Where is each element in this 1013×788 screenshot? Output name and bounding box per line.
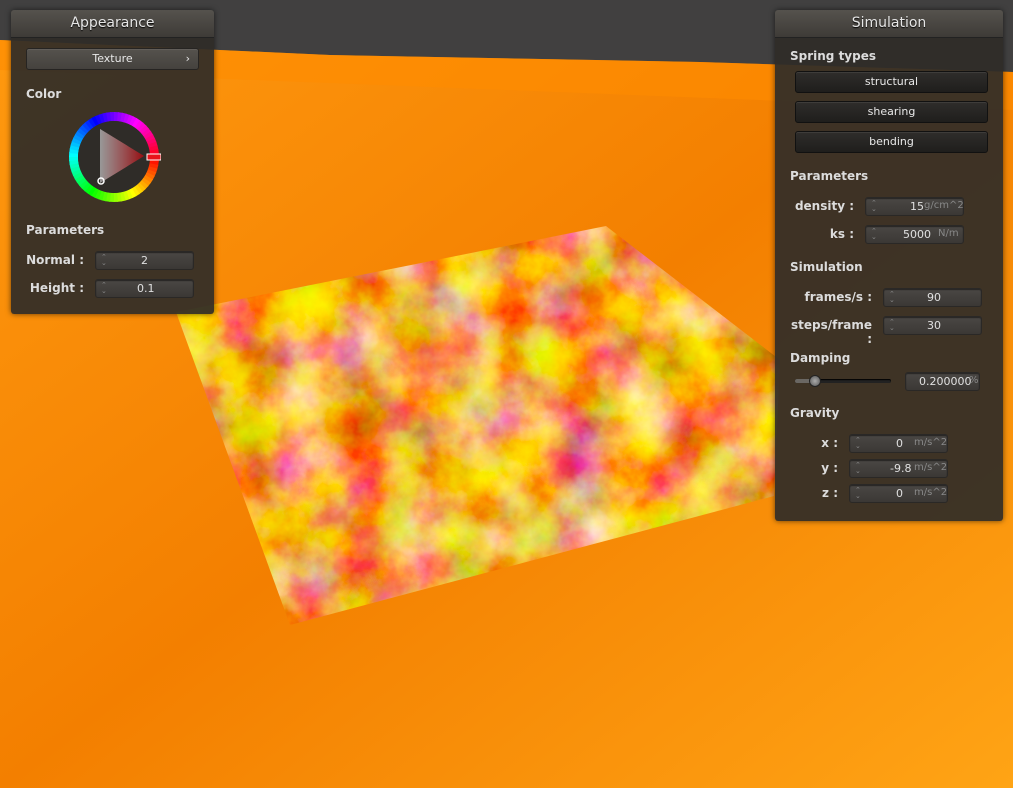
fps-value: 90 [927,291,941,304]
gravity-z-label: z : [822,486,838,500]
gravity-y-value: -9.8 [890,462,912,475]
simulation-title: Simulation [775,10,1003,38]
spinner-arrows-icon[interactable]: ⌃ ⌄ [855,487,861,500]
spinner-arrows-icon[interactable]: ⌃ ⌄ [871,200,877,213]
color-wheel[interactable] [67,110,161,204]
spinner-arrows-icon[interactable]: ⌃ ⌄ [871,228,877,241]
texture-button[interactable]: Texture › [26,48,199,70]
gravity-label: Gravity [790,406,840,420]
appearance-params-label: Parameters [26,223,105,237]
texture-label: Texture [92,52,133,65]
gravity-y-unit: m/s^2 [914,462,948,473]
shearing-button[interactable]: shearing [795,101,988,123]
density-label: density : [794,199,854,213]
chevron-right-icon: › [185,52,190,65]
ks-label: ks : [829,227,854,241]
damping-unit: % [969,375,979,386]
spring-types-label: Spring types [790,49,877,63]
gravity-z-field[interactable]: ⌃ ⌄ 0 m/s^2 [849,484,948,503]
appearance-title: Appearance [11,10,214,38]
spinner-arrows-icon[interactable]: ⌃ ⌄ [889,319,895,332]
gravity-x-label: x : [821,436,838,450]
sim-section-label: Simulation [790,260,863,274]
gravity-z-value: 0 [896,487,903,500]
normal-field[interactable]: ⌃ ⌄ 2 [95,251,194,270]
color-section-label: Color [26,87,62,101]
height-value: 0.1 [137,282,155,295]
density-unit: g/cm^2 [924,200,964,211]
ks-unit: N/m [938,228,959,239]
spinner-arrows-icon[interactable]: ⌃ ⌄ [855,462,861,475]
sim-params-label: Parameters [790,169,869,183]
gravity-z-unit: m/s^2 [914,487,948,498]
bending-button[interactable]: bending [795,131,988,153]
structural-button[interactable]: structural [795,71,988,93]
gravity-x-unit: m/s^2 [914,437,948,448]
normal-value: 2 [141,254,148,267]
height-field[interactable]: ⌃ ⌄ 0.1 [95,279,194,298]
damping-value: 0.200000 [919,375,972,388]
appearance-panel: Appearance Texture › Color Parameters No… [11,10,214,314]
spinner-arrows-icon[interactable]: ⌃ ⌄ [101,254,107,267]
steps-label: steps/frame : [790,318,872,346]
damping-field[interactable]: 0.200000 % [905,372,980,391]
normal-label: Normal : [26,253,84,267]
hue-selector-handle[interactable] [146,153,161,161]
spinner-arrows-icon[interactable]: ⌃ ⌄ [101,282,107,295]
ks-value: 5000 [903,228,931,241]
height-label: Height : [29,281,84,295]
fps-label: frames/s : [804,290,872,304]
damping-label: Damping [790,351,851,365]
gravity-y-label: y : [821,461,838,475]
gravity-y-field[interactable]: ⌃ ⌄ -9.8 m/s^2 [849,459,948,478]
ks-field[interactable]: ⌃ ⌄ 5000 N/m [865,225,964,244]
spinner-arrows-icon[interactable]: ⌃ ⌄ [855,437,861,450]
steps-value: 30 [927,319,941,332]
gravity-x-value: 0 [896,437,903,450]
density-value: 15 [910,200,924,213]
gravity-x-field[interactable]: ⌃ ⌄ 0 m/s^2 [849,434,948,453]
density-field[interactable]: ⌃ ⌄ 15 g/cm^2 [865,197,964,216]
steps-field[interactable]: ⌃ ⌄ 30 [883,316,982,335]
damping-slider-knob[interactable] [809,375,822,387]
spinner-arrows-icon[interactable]: ⌃ ⌄ [889,291,895,304]
damping-slider[interactable] [795,375,891,387]
fps-field[interactable]: ⌃ ⌄ 90 [883,288,982,307]
simulation-panel: Simulation Spring types structural shear… [775,10,1003,521]
